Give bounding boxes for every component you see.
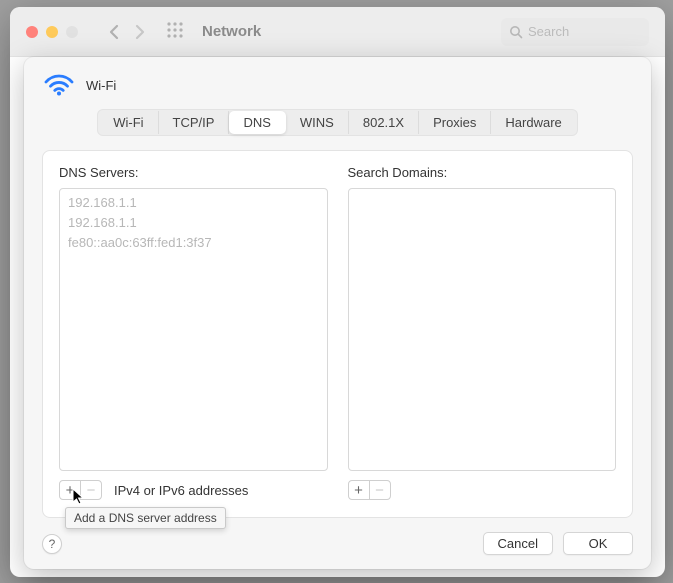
dns-hint: IPv4 or IPv6 addresses (114, 483, 248, 498)
ok-button[interactable]: OK (563, 532, 633, 555)
cancel-button[interactable]: Cancel (483, 532, 553, 555)
tab-dns[interactable]: DNS (229, 111, 285, 134)
connection-header: Wi-Fi (42, 73, 633, 97)
sheet-footer: ? Cancel OK (42, 532, 633, 555)
wifi-icon (44, 73, 74, 97)
add-domain-button[interactable]: + (348, 480, 370, 500)
tab-bar: Wi-FiTCP/IPDNSWINS802.1XProxiesHardware (97, 109, 578, 136)
list-item[interactable]: 192.168.1.1 (66, 213, 321, 233)
add-dns-button[interactable]: + (59, 480, 81, 500)
remove-dns-button[interactable]: − (80, 480, 102, 500)
preferences-window: Network Wi-Fi Wi-FiTCP/IPDNSWINS802.1XP (10, 7, 665, 577)
search-domains-label: Search Domains: (348, 165, 617, 180)
search-icon (509, 25, 523, 39)
dns-panel: DNS Servers: 192.168.1.1192.168.1.1fe80:… (42, 150, 633, 518)
tab-wins[interactable]: WINS (286, 111, 349, 134)
minimize-window-button[interactable] (46, 26, 58, 38)
dns-servers-label: DNS Servers: (59, 165, 328, 180)
window-title: Network (202, 23, 493, 40)
tab-tcpip[interactable]: TCP/IP (159, 111, 230, 134)
close-window-button[interactable] (26, 26, 38, 38)
tab-wifi[interactable]: Wi-Fi (99, 111, 158, 134)
tab-8021x[interactable]: 802.1X (349, 111, 419, 134)
list-item[interactable]: fe80::aa0c:63ff:fed1:3f37 (66, 233, 321, 253)
settings-sheet: Wi-Fi Wi-FiTCP/IPDNSWINS802.1XProxiesHar… (24, 57, 651, 569)
nav-buttons (108, 24, 146, 40)
list-item[interactable]: 192.168.1.1 (66, 193, 321, 213)
tooltip: Add a DNS server address (65, 507, 226, 529)
dns-servers-list[interactable]: 192.168.1.1192.168.1.1fe80::aa0c:63ff:fe… (59, 188, 328, 471)
window-controls (26, 26, 78, 38)
connection-name: Wi-Fi (86, 78, 116, 93)
search-input[interactable] (528, 24, 641, 39)
back-button[interactable] (108, 24, 120, 40)
tab-proxies[interactable]: Proxies (419, 111, 491, 134)
dns-servers-column: DNS Servers: 192.168.1.1192.168.1.1fe80:… (59, 165, 328, 501)
forward-button[interactable] (134, 24, 146, 40)
titlebar: Network (10, 7, 665, 57)
search-field-wrap[interactable] (501, 18, 649, 46)
tab-hardware[interactable]: Hardware (491, 111, 575, 134)
remove-domain-button[interactable]: − (369, 480, 391, 500)
search-domains-column: Search Domains: + − (348, 165, 617, 501)
search-domains-list[interactable] (348, 188, 617, 471)
zoom-window-button[interactable] (66, 26, 78, 38)
help-button[interactable]: ? (42, 534, 62, 554)
show-all-button[interactable] (166, 21, 184, 42)
